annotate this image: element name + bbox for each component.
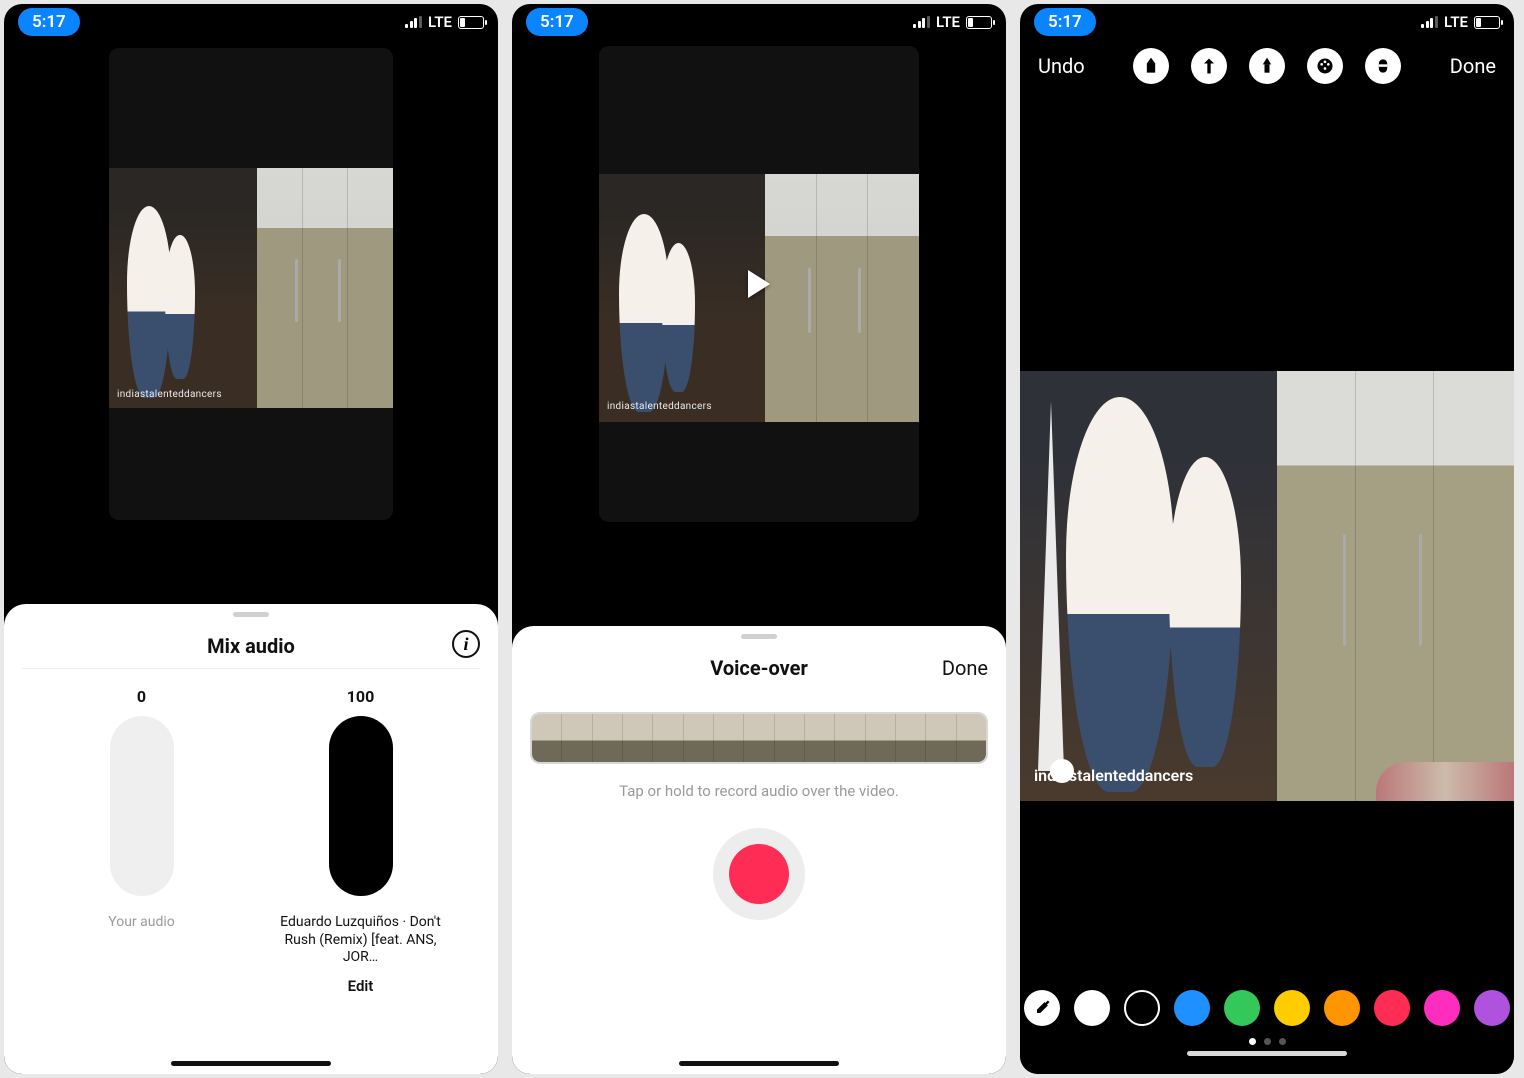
battery-icon (1474, 16, 1500, 29)
status-bar: 5:17 LTE (4, 4, 498, 40)
draw-canvas-area[interactable]: indiastalenteddancers (1020, 90, 1514, 972)
video-preview[interactable]: indiastalenteddancers (109, 48, 393, 520)
neon-tool-icon[interactable] (1249, 48, 1285, 84)
song-title: Eduardo Luzquiños · Don't Rush (Remix) [… (271, 914, 451, 967)
sheet-title: Voice-over (710, 656, 808, 680)
video-preview-area: indiastalenteddancers (4, 40, 498, 604)
record-icon (729, 844, 789, 904)
record-button[interactable] (713, 828, 805, 920)
status-right: LTE (1421, 13, 1500, 31)
video-timeline[interactable] (530, 712, 988, 764)
color-swatch-red[interactable] (1374, 990, 1410, 1026)
status-bar: 5:17 LTE (1020, 4, 1514, 40)
draw-toolbar: Undo Done (1020, 40, 1514, 90)
done-button[interactable]: Done (942, 656, 988, 680)
status-right: LTE (913, 13, 992, 31)
video-watermark: indiastalenteddancers (117, 389, 222, 400)
network-label: LTE (1444, 13, 1468, 31)
eyedropper-button[interactable] (1024, 990, 1060, 1026)
status-time: 5:17 (18, 8, 80, 36)
status-time: 5:17 (1034, 8, 1096, 36)
home-indicator[interactable] (171, 1061, 331, 1066)
color-swatch-pink[interactable] (1424, 990, 1460, 1026)
home-indicator[interactable] (679, 1061, 839, 1066)
done-button[interactable]: Done (1450, 54, 1496, 78)
color-swatch-green[interactable] (1224, 990, 1260, 1026)
signal-bars-icon (1421, 16, 1438, 28)
status-right: LTE (405, 13, 484, 31)
your-audio-value: 0 (137, 687, 146, 706)
video-watermark: indiastalenteddancers (607, 401, 712, 412)
info-button[interactable]: i (452, 630, 480, 658)
video-preview-area: indiastalenteddancers (512, 40, 1006, 626)
play-icon[interactable] (748, 270, 770, 298)
video-preview[interactable]: indiastalenteddancers (599, 46, 919, 522)
color-swatch-blue[interactable] (1174, 990, 1210, 1026)
marker-tool-icon[interactable] (1133, 48, 1169, 84)
screenshot-draw: 5:17 LTE Undo Done (1020, 4, 1514, 1074)
arrow-tool-icon[interactable] (1191, 48, 1227, 84)
color-swatch-black[interactable] (1124, 990, 1160, 1026)
brush-size-slider[interactable] (1036, 401, 1066, 771)
screenshot-voice-over: 5:17 LTE indiastalenteddancer (512, 4, 1006, 1074)
signal-bars-icon (913, 16, 930, 28)
song-audio-value: 100 (347, 687, 375, 706)
battery-icon (966, 16, 992, 29)
status-bar: 5:17 LTE (512, 4, 1006, 40)
sheet-grabber[interactable] (233, 612, 269, 617)
mix-audio-sheet: Mix audio i 0 Your audio 100 Eduardo Luz… (4, 604, 498, 1074)
network-label: LTE (428, 13, 452, 31)
voiceover-sheet: Voice-over Done Tap or hold to record au… (512, 626, 1006, 1074)
your-audio-slider[interactable] (110, 716, 174, 896)
color-swatch-white[interactable] (1074, 990, 1110, 1026)
song-audio-slider[interactable] (329, 716, 393, 896)
eraser-tool-icon[interactable] (1365, 48, 1401, 84)
video-watermark: indiastalenteddancers (1034, 766, 1193, 785)
edit-song-button[interactable]: Edit (348, 977, 374, 995)
sheet-grabber[interactable] (741, 634, 777, 639)
network-label: LTE (936, 13, 960, 31)
battery-icon (458, 16, 484, 29)
color-swatch-orange[interactable] (1324, 990, 1360, 1026)
home-indicator[interactable] (1187, 1051, 1347, 1056)
sheet-header: Mix audio i (22, 618, 480, 669)
signal-bars-icon (405, 16, 422, 28)
color-swatch-purple[interactable] (1474, 990, 1510, 1026)
song-audio-column: 100 Eduardo Luzquiños · Don't Rush (Remi… (271, 687, 451, 995)
sheet-header: Voice-over Done (530, 640, 988, 690)
dot-tool-icon[interactable] (1307, 48, 1343, 84)
status-time: 5:17 (526, 8, 588, 36)
sheet-title: Mix audio (207, 634, 295, 658)
your-audio-label: Your audio (108, 914, 175, 930)
color-palette (1020, 972, 1514, 1032)
record-hint: Tap or hold to record audio over the vid… (530, 782, 988, 800)
your-audio-column: 0 Your audio (52, 687, 232, 995)
undo-button[interactable]: Undo (1038, 54, 1085, 78)
screenshot-mix-audio: 5:17 LTE indiastalenteddancers (4, 4, 498, 1074)
color-swatch-yellow[interactable] (1274, 990, 1310, 1026)
